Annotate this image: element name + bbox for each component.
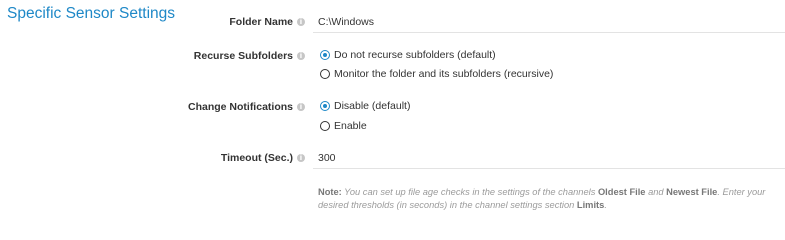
note-limits: Limits [576, 199, 605, 210]
timeout-input[interactable]: 300 [318, 152, 336, 164]
recurse-subfolders-label: Recurse Subfolders i [194, 50, 305, 62]
radio-button[interactable] [320, 121, 330, 131]
change-notifications-label-text: Change Notifications [187, 101, 293, 113]
folder-name-label-text: Folder Name [229, 16, 293, 28]
radio-button[interactable] [320, 69, 330, 79]
radio-button-checked[interactable] [320, 50, 330, 60]
timeout-label: Timeout (Sec.) i [221, 152, 305, 164]
info-icon[interactable]: i [297, 154, 305, 162]
info-icon[interactable]: i [297, 52, 305, 60]
folder-name-underline [313, 32, 785, 33]
folder-name-input[interactable]: C:\Windows [318, 16, 374, 28]
note-and: and [645, 187, 667, 197]
radio-no-recurse-label: Do not recurse subfolders (default) [334, 49, 496, 61]
change-notifications-label: Change Notifications i [188, 101, 305, 113]
radio-recursive-label: Monitor the folder and its subfolders (r… [334, 68, 554, 80]
radio-disable-label: Disable (default) [334, 100, 411, 112]
timeout-underline [313, 168, 785, 169]
note-text: Note: You can set up file age checks in … [318, 186, 780, 211]
section-title: Specific Sensor Settings [7, 5, 176, 22]
note-newest-file: Newest File [666, 187, 718, 197]
radio-disable[interactable]: Disable (default) [320, 100, 410, 112]
recurse-subfolders-label-text: Recurse Subfolders [193, 50, 293, 62]
info-icon[interactable]: i [297, 103, 305, 111]
radio-button-checked[interactable] [320, 101, 330, 111]
note-text-1: You can set up file age checks in the se… [341, 187, 598, 197]
timeout-label-text: Timeout (Sec.) [220, 152, 293, 164]
radio-enable-label: Enable [334, 120, 367, 132]
folder-name-label: Folder Name i [229, 16, 305, 28]
note-end: . [604, 199, 607, 210]
radio-recursive[interactable]: Monitor the folder and its subfolders (r… [320, 68, 553, 80]
radio-enable[interactable]: Enable [320, 120, 367, 132]
info-icon[interactable]: i [297, 18, 305, 26]
radio-no-recurse[interactable]: Do not recurse subfolders (default) [320, 49, 496, 61]
note-prefix: Note: [318, 187, 342, 197]
note-oldest-file: Oldest File [597, 187, 646, 197]
